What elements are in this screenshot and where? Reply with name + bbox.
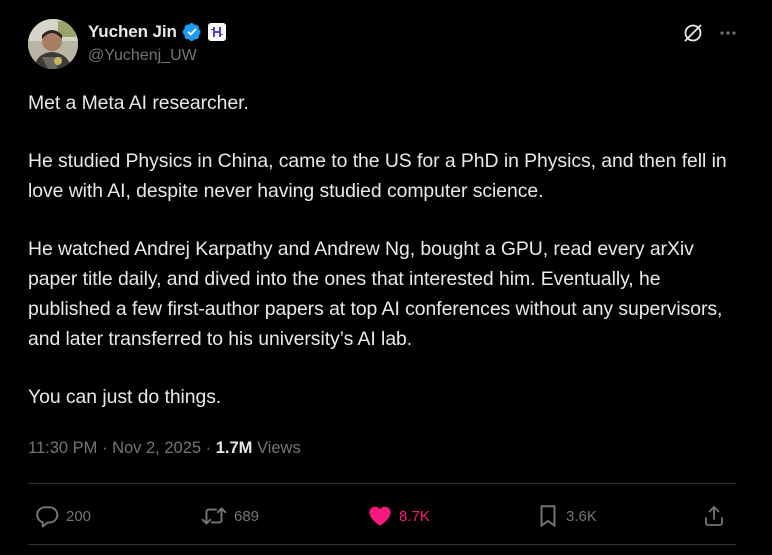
- bookmark-icon: [540, 505, 556, 527]
- tweet-date[interactable]: Nov 2, 2025: [112, 439, 201, 458]
- divider: [28, 544, 736, 545]
- tweet-paragraph: He watched Andrej Karpathy and Andrew Ng…: [28, 238, 723, 350]
- reply-count: 200: [66, 507, 92, 525]
- tweet-paragraph: You can just do things.: [28, 386, 222, 408]
- verified-badge-icon: [182, 22, 202, 42]
- tweet-paragraph: He studied Physics in China, came to the…: [28, 150, 727, 202]
- author-display-name[interactable]: Yuchen Jin: [88, 22, 177, 42]
- meta-separator: ·: [97, 439, 113, 457]
- author-name-row: Yuchen Jin: [88, 21, 226, 43]
- views-label: Views: [252, 439, 301, 457]
- grok-icon[interactable]: [682, 22, 704, 44]
- tweet-time[interactable]: 11:30 PM: [28, 439, 97, 458]
- views-count: 1.7M: [215, 439, 253, 457]
- hyperbolic-logo-icon[interactable]: [207, 23, 226, 41]
- share-button[interactable]: [702, 498, 726, 534]
- tweet-card: Yuchen Jin @Yuchenj_UW Met a Meta AI res…: [0, 0, 772, 555]
- bookmark-button[interactable]: 3.6K: [536, 498, 597, 534]
- more-dots-icon[interactable]: [718, 23, 738, 43]
- reply-icon: [36, 506, 59, 528]
- like-button[interactable]: 8.7K: [367, 498, 430, 534]
- reply-button[interactable]: 200: [34, 498, 91, 534]
- repost-icon: [201, 507, 227, 525]
- header-actions: [682, 20, 738, 46]
- divider: [28, 483, 736, 484]
- avatar[interactable]: [28, 19, 78, 69]
- repost-count: 689: [234, 507, 260, 525]
- repost-button[interactable]: 689: [200, 498, 259, 534]
- bookmark-count: 3.6K: [566, 507, 597, 525]
- tweet-text: Met a Meta AI researcher. He studied Phy…: [28, 88, 748, 412]
- like-count: 8.7K: [399, 507, 430, 525]
- meta-separator: ·: [201, 439, 216, 457]
- avatar-photo: [28, 19, 78, 69]
- heart-icon: [369, 506, 391, 526]
- share-icon: [705, 506, 723, 526]
- tweet-meta: 11:30 PM · Nov 2, 2025 · 1.7M Views: [28, 439, 301, 458]
- action-bar: 200 689 8.7K 3.6K: [34, 498, 734, 534]
- author-handle[interactable]: @Yuchenj_UW: [88, 47, 197, 65]
- tweet-paragraph: Met a Meta AI researcher.: [28, 92, 249, 114]
